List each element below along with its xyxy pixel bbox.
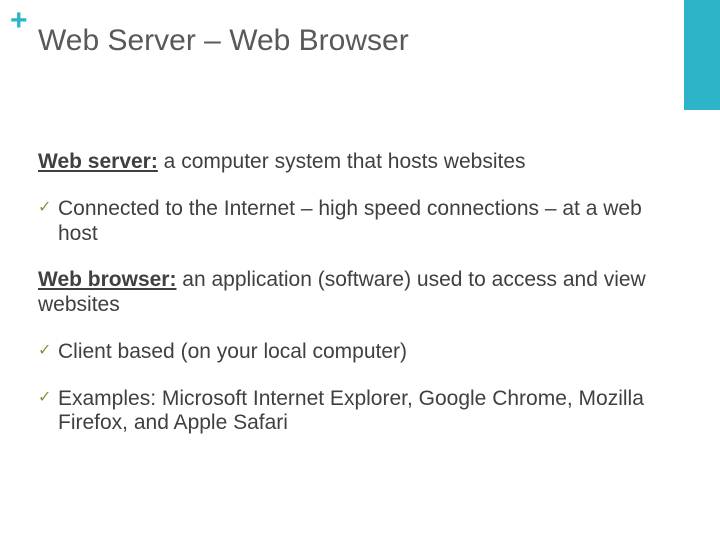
def-web-server: a computer system that hosts websites <box>158 150 526 173</box>
paragraph-web-browser: Web browser: an application (software) u… <box>38 268 660 318</box>
slide-body: Web server: a computer system that hosts… <box>38 150 660 458</box>
term-web-server: Web server: <box>38 150 158 173</box>
plus-icon: + <box>10 6 28 36</box>
bullet-examples-text: Examples: Microsoft Internet Explorer, G… <box>58 387 644 435</box>
check-icon: ✓ <box>38 389 51 408</box>
slide-title: Web Server – Web Browser <box>38 24 409 58</box>
paragraph-web-server: Web server: a computer system that hosts… <box>38 150 660 175</box>
term-web-browser: Web browser: <box>38 268 176 291</box>
check-icon: ✓ <box>38 342 51 361</box>
bullet-examples: ✓ Examples: Microsoft Internet Explorer,… <box>38 387 660 437</box>
bullet-client-text: Client based (on your local computer) <box>58 340 407 363</box>
bullet-connected-text: Connected to the Internet – high speed c… <box>58 197 642 245</box>
check-icon: ✓ <box>38 199 51 218</box>
accent-bar <box>684 0 720 110</box>
bullet-connected: ✓ Connected to the Internet – high speed… <box>38 197 660 247</box>
bullet-client: ✓ Client based (on your local computer) <box>38 340 660 365</box>
